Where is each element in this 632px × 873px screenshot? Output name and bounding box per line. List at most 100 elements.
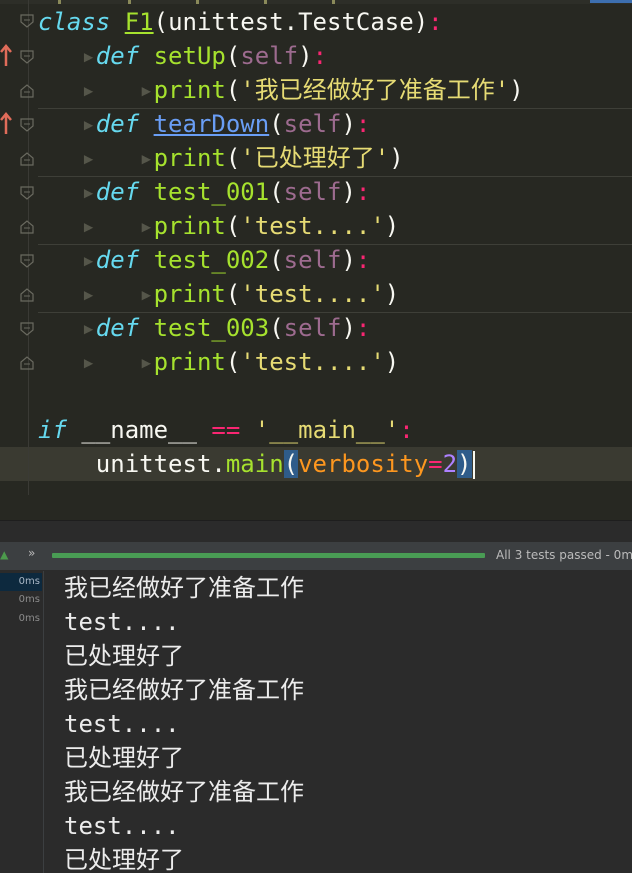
- method-name: test_002: [153, 246, 270, 274]
- indent-guide-icon: ▸ ▸: [38, 144, 154, 172]
- override-method-icon[interactable]: [0, 44, 12, 68]
- fold-end-icon[interactable]: [20, 356, 34, 370]
- code-line-print[interactable]: ▸ ▸print('test....'): [38, 209, 399, 243]
- code-line-class[interactable]: class F1(unittest.TestCase):: [38, 5, 443, 39]
- output-line: 已处理好了: [64, 744, 184, 772]
- fold-icon[interactable]: [20, 14, 34, 28]
- test-tree-row[interactable]: 0ms: [0, 610, 42, 628]
- string-literal: '__main__': [254, 416, 400, 444]
- keyword-def: def: [95, 314, 140, 342]
- test-status-text: All 3 tests passed - 0ms: [496, 548, 632, 562]
- override-method-icon[interactable]: [0, 112, 12, 136]
- fold-icon[interactable]: [20, 322, 34, 336]
- run-toolbar: ▲ » All 3 tests passed - 0ms: [0, 542, 632, 571]
- keyword-def: def: [95, 178, 140, 206]
- fold-icon[interactable]: [20, 118, 34, 132]
- editor-top-strip: [0, 0, 632, 4]
- test-tree-row[interactable]: 0ms: [0, 573, 42, 591]
- code-line-main-guard[interactable]: if __name__ == '__main__':: [38, 413, 414, 447]
- matched-bracket: (: [283, 450, 299, 478]
- self-param: self: [283, 314, 342, 342]
- indent-guide-icon: ▸: [38, 178, 96, 206]
- output-line: test....: [64, 710, 180, 738]
- base-class: unittest.TestCase: [168, 8, 414, 36]
- print-call: print: [153, 348, 226, 376]
- code-editor[interactable]: class F1(unittest.TestCase): ▸def setUp(…: [0, 0, 632, 520]
- code-line-print[interactable]: ▸ ▸print('test....'): [38, 345, 399, 379]
- operator: ==: [211, 416, 241, 444]
- console-output[interactable]: 我已经做好了准备工作 test.... 已处理好了 我已经做好了准备工作 tes…: [44, 571, 632, 873]
- fold-icon[interactable]: [20, 254, 34, 268]
- class-name[interactable]: F1: [125, 8, 154, 36]
- expand-toolbar-icon[interactable]: »: [28, 546, 35, 560]
- print-call: print: [153, 76, 226, 104]
- paren: ): [413, 8, 429, 36]
- string-literal: 'test....': [240, 212, 385, 240]
- colon: :: [399, 416, 414, 444]
- method-name: setUp: [153, 42, 226, 70]
- keyword-class: class: [38, 8, 111, 36]
- print-call: print: [153, 144, 226, 172]
- number-literal: 2: [442, 450, 458, 478]
- self-param: self: [283, 178, 342, 206]
- function-call: main: [225, 450, 284, 478]
- fold-icon[interactable]: [20, 186, 34, 200]
- fold-icon[interactable]: [20, 50, 34, 64]
- ide-window: class F1(unittest.TestCase): ▸def setUp(…: [0, 0, 632, 873]
- method-name: test_001: [153, 178, 270, 206]
- keyword-def: def: [95, 42, 140, 70]
- method-name-link[interactable]: tearDown: [154, 110, 270, 138]
- code-line-print[interactable]: ▸ ▸print('test....'): [38, 277, 399, 311]
- panel-splitter[interactable]: [0, 520, 632, 543]
- indent-guide-icon: ▸: [38, 42, 96, 70]
- output-line: 我已经做好了准备工作: [64, 778, 304, 806]
- code-line-def[interactable]: ▸def test_001(self):: [38, 175, 370, 209]
- string-literal: 'test....': [240, 280, 385, 308]
- colon: :: [428, 8, 443, 36]
- code-line-def[interactable]: ▸def test_002(self):: [38, 243, 370, 277]
- keyword-argument: verbosity: [298, 450, 429, 478]
- string-literal: '我已经做好了准备工作': [240, 76, 510, 104]
- matched-bracket: ): [457, 450, 472, 478]
- output-line: 已处理好了: [64, 846, 184, 873]
- test-results-tree[interactable]: 0ms 0ms 0ms: [0, 571, 44, 873]
- string-literal: 'test....': [240, 348, 385, 376]
- indent-guide-icon: ▸ ▸: [38, 280, 154, 308]
- rerun-icon[interactable]: ▲: [0, 547, 8, 563]
- fold-end-icon[interactable]: [20, 152, 34, 166]
- module-ref: unittest.: [95, 450, 226, 478]
- operator: =: [428, 450, 443, 478]
- output-line: test....: [64, 608, 180, 636]
- self-param: self: [240, 42, 299, 70]
- self-param: self: [283, 246, 342, 274]
- indent-guide-icon: ▸: [38, 314, 96, 342]
- code-line-def[interactable]: ▸def setUp(self):: [38, 39, 327, 73]
- self-param: self: [283, 110, 342, 138]
- code-line-print[interactable]: ▸ ▸print('我已经做好了准备工作'): [38, 73, 523, 107]
- fold-end-icon[interactable]: [20, 220, 34, 234]
- print-call: print: [153, 280, 226, 308]
- method-name: test_003: [153, 314, 270, 342]
- code-line-def[interactable]: ▸def test_003(self):: [38, 311, 370, 345]
- fold-end-icon[interactable]: [20, 288, 34, 302]
- dunder-name: __name__: [81, 416, 197, 444]
- indent-guide-icon: ▸ ▸: [38, 212, 154, 240]
- test-progress-bar: [52, 553, 485, 558]
- fold-end-icon[interactable]: [20, 84, 34, 98]
- indent-guide-icon: ▸: [38, 110, 96, 138]
- keyword-def: def: [95, 110, 140, 138]
- text-caret: [472, 451, 475, 479]
- keyword-def: def: [95, 246, 140, 274]
- indent-guide-icon: ▸ ▸: [38, 76, 154, 104]
- test-tree-row[interactable]: 0ms: [0, 591, 42, 609]
- code-line-print[interactable]: ▸ ▸print('已处理好了'): [38, 141, 403, 175]
- output-line: 我已经做好了准备工作: [64, 574, 304, 602]
- code-line-main-call[interactable]: unittest.main(verbosity=2): [38, 447, 475, 481]
- code-line-def[interactable]: ▸def tearDown(self):: [38, 107, 370, 141]
- output-line: 已处理好了: [64, 642, 184, 670]
- output-line: 我已经做好了准备工作: [64, 676, 304, 704]
- gutter-separator: [28, 0, 29, 495]
- string-literal: '已处理好了': [240, 144, 390, 172]
- print-call: print: [153, 212, 226, 240]
- paren: (: [153, 8, 169, 36]
